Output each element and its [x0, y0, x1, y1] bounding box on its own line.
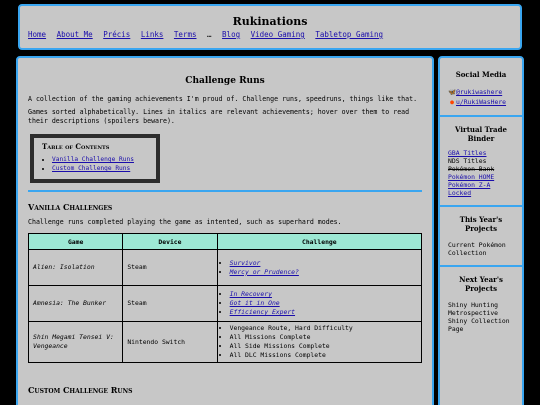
device-cell: Steam	[122, 285, 218, 322]
main-content: Challenge Runs A collection of the gamin…	[16, 56, 434, 405]
nav-precis-link[interactable]: Précis	[103, 30, 130, 39]
next-year-text: Shiny Hunting Metrospective Shiny Collec…	[448, 301, 510, 333]
toc-title: Table of Contents	[42, 142, 110, 151]
achievement-link[interactable]: Survivor	[230, 259, 261, 267]
reddit-link[interactable]: u/RukiWasHere	[456, 98, 506, 106]
custom-section-title: Custom Challenge Runs	[28, 385, 133, 395]
bluesky-icon: 🦋	[448, 88, 456, 96]
game-cell: Alien: Isolation	[27, 249, 124, 286]
section-divider	[28, 190, 422, 192]
game-cell: Amnesia: The Bunker	[27, 285, 124, 322]
social-media-title: Social Media	[455, 70, 507, 79]
vanilla-section-desc: Challenge runs completed playing the gam…	[28, 218, 342, 226]
game-cell: Shin Megami Tensei V: Vengeance	[27, 321, 124, 363]
table-header-row: Game Device Challenge	[27, 233, 423, 250]
vanilla-section-title: Vanilla Challenges	[28, 202, 113, 212]
table-row: Alien: Isolation Steam Survivor Mercy or…	[27, 249, 423, 286]
intro-note: Games sorted alphabetically. Lines in it…	[28, 108, 410, 125]
binder-gba-link[interactable]: GBA Titles	[448, 149, 486, 157]
device-cell: Nintendo Switch	[122, 321, 218, 363]
binder-nds-text: NDS Titles	[448, 157, 487, 165]
challenge-cell: Vengeance Route, Hard Difficulty All Mis…	[216, 321, 423, 363]
nav-links-link[interactable]: Links	[141, 30, 164, 39]
this-year-text: Current Pokémon Collection	[448, 241, 506, 257]
achievement-link[interactable]: In Recovery	[230, 290, 272, 298]
challenge-item: All DLC Missions Complete	[230, 351, 417, 360]
nav-home-link[interactable]: Home	[28, 30, 46, 39]
vanilla-table: Game Device Challenge Alien: Isolation S…	[27, 233, 423, 363]
nav-blog-link[interactable]: Blog	[222, 30, 240, 39]
toc-link-custom[interactable]: Custom Challenge Runs	[52, 165, 130, 172]
intro-text: A collection of the gaming achievements …	[28, 95, 418, 103]
table-row: Shin Megami Tensei V: Vengeance Nintendo…	[27, 321, 423, 363]
challenge-cell: In Recovery Got it in One Efficiency Exp…	[216, 285, 423, 322]
nav-about-link[interactable]: About Me	[57, 30, 93, 39]
site-title: Rukinations	[232, 15, 308, 28]
nav-video-gaming-link[interactable]: Video Gaming	[251, 30, 305, 39]
challenge-item: Vengeance Route, Hard Difficulty	[230, 324, 417, 333]
binder-pokemon-bank-text: Pokémon Bank	[448, 165, 495, 173]
nav-terms-link[interactable]: Terms	[174, 30, 197, 39]
reddit-icon: ●	[450, 98, 454, 106]
challenge-item: All Missions Complete	[230, 333, 417, 342]
toc-link-vanilla[interactable]: Vanilla Challenge Runs	[52, 156, 134, 163]
trade-binder-title: Virtual Trade Binder	[455, 125, 507, 143]
bluesky-link[interactable]: @rukiwashere	[456, 88, 502, 96]
nav-tabletop-gaming-link[interactable]: Tabletop Gaming	[315, 30, 383, 39]
challenge-item: All Side Missions Complete	[230, 342, 417, 351]
table-of-contents: Table of Contents Vanilla Challenge Runs…	[30, 134, 160, 183]
achievement-link[interactable]: Efficiency Expert	[230, 308, 295, 316]
page-title: Challenge Runs	[185, 76, 265, 86]
sidebar-divider	[440, 205, 522, 207]
next-year-title: Next Year's Projects	[459, 275, 503, 293]
binder-pokemon-home-link[interactable]: Pokémon HOME	[448, 173, 494, 181]
sidebar-divider	[440, 265, 522, 267]
challenge-cell: Survivor Mercy or Prudence?	[216, 249, 423, 286]
achievement-link[interactable]: Got it in One	[230, 299, 280, 307]
binder-locked-link[interactable]: Locked	[448, 189, 471, 197]
site-header: Rukinations Home About Me Précis Links T…	[18, 4, 522, 50]
this-year-title: This Year's Projects	[459, 215, 503, 233]
table-row: Amnesia: The Bunker Steam In Recovery Go…	[27, 285, 423, 322]
device-cell: Steam	[122, 249, 218, 286]
column-header-game: Game	[27, 233, 124, 250]
binder-pokemon-za-link[interactable]: Pokémon Z-A	[448, 181, 490, 189]
main-nav: Home About Me Précis Links Terms … Blog …	[28, 30, 389, 39]
column-header-challenge: Challenge	[216, 233, 423, 250]
achievement-link[interactable]: Mercy or Prudence?	[230, 268, 299, 276]
sidebar: Social Media 🦋@rukiwashere ● u/RukiWasHer…	[438, 56, 524, 405]
sidebar-divider	[440, 115, 522, 117]
nav-separator: …	[207, 30, 212, 39]
column-header-device: Device	[122, 233, 218, 250]
